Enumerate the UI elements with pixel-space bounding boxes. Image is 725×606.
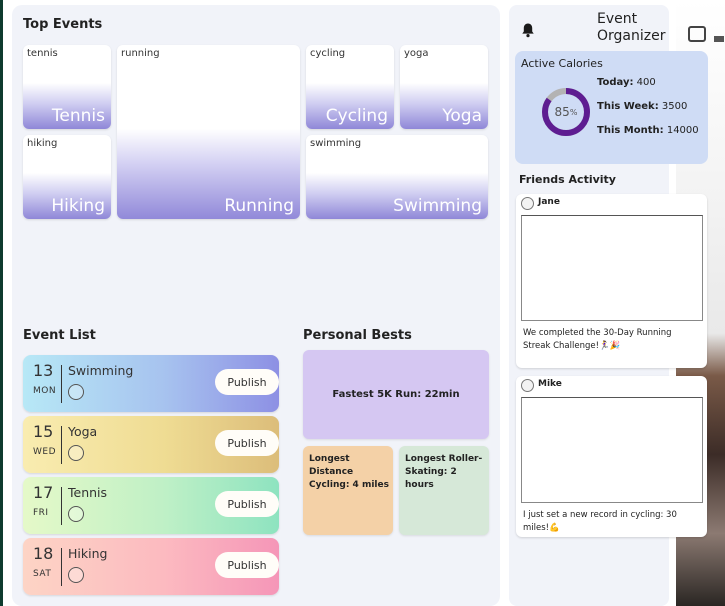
event-day: 18 (33, 544, 54, 563)
publish-button[interactable]: Publish (215, 430, 279, 456)
tile-tag: swimming (310, 138, 362, 149)
friend-name: Jane (538, 197, 560, 207)
calories-title: Active Calories (521, 57, 603, 70)
event-divider (61, 365, 62, 403)
tile-tag: cycling (310, 48, 346, 59)
event-weekday: MON (33, 386, 57, 396)
tile-tag: yoga (404, 48, 429, 59)
post-image (521, 215, 703, 321)
calories-value: 14000 (666, 125, 699, 136)
tile-tag: running (121, 48, 160, 59)
tile-name: Yoga (442, 106, 482, 126)
calories-month: This Month: 14000 (597, 125, 699, 136)
event-weekday: WED (33, 447, 57, 457)
event-day: 13 (33, 361, 54, 380)
event-tile-running[interactable]: running Running (117, 45, 300, 219)
event-name: Yoga (68, 424, 98, 439)
publish-button[interactable]: Publish (215, 491, 279, 517)
best-text: Longest Roller-Skating: 2 hours (405, 454, 483, 490)
friend-post-mike: Mike I just set a new record in cycling:… (516, 376, 707, 537)
event-weekday: SAT (33, 569, 52, 579)
personal-bests-title: Personal Bests (303, 328, 412, 343)
bell-icon[interactable] (521, 22, 535, 38)
calories-today: Today: 400 (597, 77, 656, 88)
friend-post-jane: Jane We completed the 30-Day Running Str… (516, 194, 707, 368)
event-divider (61, 548, 62, 586)
friends-activity-title: Friends Activity (519, 173, 616, 186)
calories-value: 400 (636, 77, 656, 88)
friend-name: Mike (538, 379, 562, 389)
event-divider (61, 487, 62, 525)
app-title: Event Organizer (597, 11, 666, 44)
avatar[interactable] (521, 379, 534, 392)
event-card-hiking: 18 SAT Hiking Publish (23, 538, 279, 595)
best-card-5k: Fastest 5K Run: 22min (303, 350, 489, 439)
calories-value: 3500 (661, 101, 688, 112)
tile-name: Hiking (51, 196, 105, 216)
event-card-swimming: 13 MON Swimming Publish (23, 355, 279, 412)
event-tile-cycling[interactable]: cycling Cycling (306, 45, 394, 129)
best-text: Fastest 5K Run: 22min (332, 389, 460, 400)
calories-label: This Month: (597, 125, 664, 136)
best-card-cycling: Longest Distance Cycling: 4 miles (303, 446, 393, 535)
tile-name: Swimming (393, 196, 482, 216)
avatar[interactable] (521, 197, 534, 210)
event-tile-swimming[interactable]: swimming Swimming (306, 135, 488, 219)
active-calories-card: Active Calories 85% Today: 400 This Week… (515, 51, 708, 164)
publish-button[interactable]: Publish (215, 552, 279, 578)
calories-label: Today: (597, 77, 634, 88)
event-card-yoga: 15 WED Yoga Publish (23, 416, 279, 473)
publish-button[interactable]: Publish (215, 369, 279, 395)
calories-label: This Week: (597, 101, 659, 112)
post-text: We completed the 30-Day Running Streak C… (523, 328, 672, 351)
event-day: 15 (33, 422, 54, 441)
event-tile-yoga[interactable]: yoga Yoga (400, 45, 488, 129)
event-tile-tennis[interactable]: tennis Tennis (23, 45, 111, 129)
window-edge (0, 0, 3, 606)
event-name: Tennis (68, 485, 108, 500)
event-card-tennis: 17 FRI Tennis Publish (23, 477, 279, 534)
post-text: I just set a new record in cycling: 30 m… (523, 510, 677, 533)
tile-name: Cycling (325, 106, 388, 126)
calories-percent: 85% (541, 87, 591, 137)
calories-percent-value: 85 (554, 105, 570, 119)
tile-tag: hiking (27, 138, 58, 149)
tile-tag: tennis (27, 48, 58, 59)
calories-percent-unit: % (569, 107, 578, 117)
post-image (521, 397, 703, 503)
event-checkbox[interactable] (68, 384, 84, 400)
event-divider (61, 426, 62, 464)
event-name: Hiking (68, 546, 108, 561)
top-events-title: Top Events (23, 17, 103, 32)
event-list-title: Event List (23, 328, 96, 343)
event-checkbox[interactable] (68, 506, 84, 522)
event-tile-hiking[interactable]: hiking Hiking (23, 135, 111, 219)
event-name: Swimming (68, 363, 134, 378)
calories-week: This Week: 3500 (597, 101, 687, 112)
event-checkbox[interactable] (68, 567, 84, 583)
event-day: 17 (33, 483, 54, 502)
best-text: Longest Distance Cycling: 4 miles (309, 454, 389, 490)
event-checkbox[interactable] (68, 445, 84, 461)
best-card-skating: Longest Roller-Skating: 2 hours (399, 446, 489, 535)
event-weekday: FRI (33, 508, 49, 518)
tile-name: Running (224, 196, 294, 216)
tile-name: Tennis (51, 106, 105, 126)
